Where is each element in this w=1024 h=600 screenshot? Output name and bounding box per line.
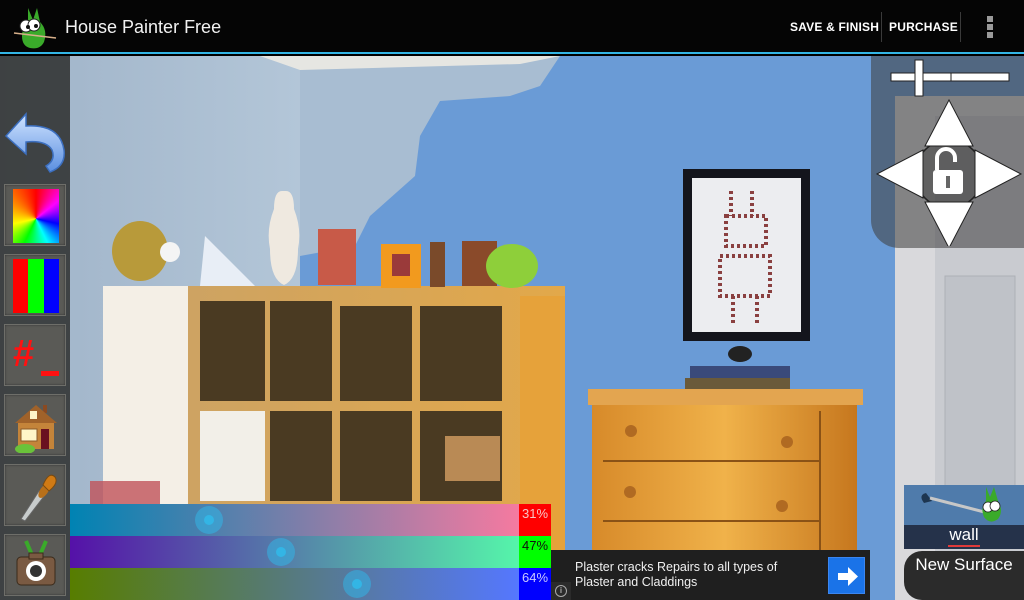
helmet-ornament — [112, 221, 168, 281]
book-stack-lower — [685, 378, 790, 390]
surface-label-area: wall — [904, 525, 1024, 549]
eyedropper-icon — [20, 474, 57, 522]
ad-banner[interactable]: Plaster cracks Repairs to all types of P… — [551, 550, 870, 600]
ad-text: Plaster cracks Repairs to all types of P… — [575, 560, 778, 589]
app-root: House Painter Free SAVE & FINISH PURCHAS… — [0, 0, 1024, 600]
camera-button[interactable] — [4, 534, 66, 596]
arrow-right-icon — [838, 567, 858, 586]
zoom-controls — [890, 59, 1010, 97]
toy-on-books — [728, 346, 752, 362]
piggy-bank — [486, 244, 538, 288]
camera-icon — [16, 540, 56, 586]
overflow-menu-icon[interactable] — [987, 16, 995, 40]
red-value-label: 31% — [519, 504, 551, 536]
app-title: House Painter Free — [65, 17, 222, 37]
tool-sidebar: # — [0, 56, 70, 600]
red-slider-thumb[interactable] — [195, 506, 224, 534]
hex-code-button[interactable]: # — [4, 324, 66, 386]
green-slider-thumb[interactable] — [267, 538, 296, 566]
basket — [445, 436, 500, 481]
blue-value-label: 64% — [519, 568, 551, 600]
rgb-slider-panel: 31% 47% 64% — [70, 504, 551, 600]
letter-e-decor — [318, 229, 356, 285]
rgb-bars-icon — [13, 259, 59, 313]
info-icon: i — [555, 585, 567, 597]
book-stack — [690, 366, 790, 380]
globe-lamp — [160, 242, 180, 262]
cubby-door — [200, 411, 265, 501]
current-surface-name: wall — [948, 525, 980, 547]
undo-arrow-icon[interactable] — [2, 106, 68, 176]
photo-frame-photo — [392, 254, 410, 276]
eyedropper-button[interactable] — [4, 464, 66, 526]
save-and-finish-button[interactable]: SAVE & FINISH — [790, 12, 879, 42]
figurine — [430, 242, 445, 287]
red-slider-track[interactable] — [70, 504, 519, 536]
pan-right-arrow-icon[interactable] — [974, 149, 1023, 199]
blue-slider: 64% — [70, 568, 551, 600]
house-icon — [15, 405, 57, 453]
dresser-top — [588, 389, 863, 405]
blue-slider-track[interactable] — [70, 568, 519, 600]
divider — [881, 12, 882, 42]
color-wheel-icon — [13, 189, 59, 243]
house-colors-button[interactable] — [4, 394, 66, 456]
color-wheel-button[interactable] — [4, 184, 66, 246]
rgb-sliders-button[interactable] — [4, 254, 66, 316]
green-slider: 47% — [70, 536, 551, 568]
surface-selector[interactable]: wall — [904, 485, 1024, 549]
hex-code-icon: # — [13, 333, 35, 375]
app-logo-icon[interactable] — [12, 4, 58, 50]
cursor-underscore — [41, 371, 59, 376]
paintbrush-mascot-icon — [904, 485, 1024, 525]
pan-down-arrow-icon[interactable] — [924, 201, 974, 246]
red-slider: 31% — [70, 504, 551, 536]
ad-open-button[interactable] — [828, 557, 865, 594]
minus-icon[interactable] — [950, 72, 1010, 82]
pan-left-arrow-icon[interactable] — [875, 149, 924, 199]
action-bar: House Painter Free SAVE & FINISH PURCHAS… — [0, 0, 1024, 54]
plus-icon[interactable] — [890, 59, 956, 97]
ad-info-button[interactable]: i — [551, 582, 571, 600]
green-value-label: 47% — [519, 536, 551, 568]
purchase-button[interactable]: PURCHASE — [889, 12, 958, 42]
navigation-pad — [871, 56, 1024, 248]
blue-slider-thumb[interactable] — [343, 570, 372, 598]
green-slider-track[interactable] — [70, 536, 519, 568]
pan-up-arrow-icon[interactable] — [924, 98, 974, 147]
divider — [960, 12, 961, 42]
door-panel — [944, 275, 1016, 497]
new-surface-button[interactable]: New Surface — [904, 551, 1024, 600]
pan-dpad — [875, 98, 1023, 246]
